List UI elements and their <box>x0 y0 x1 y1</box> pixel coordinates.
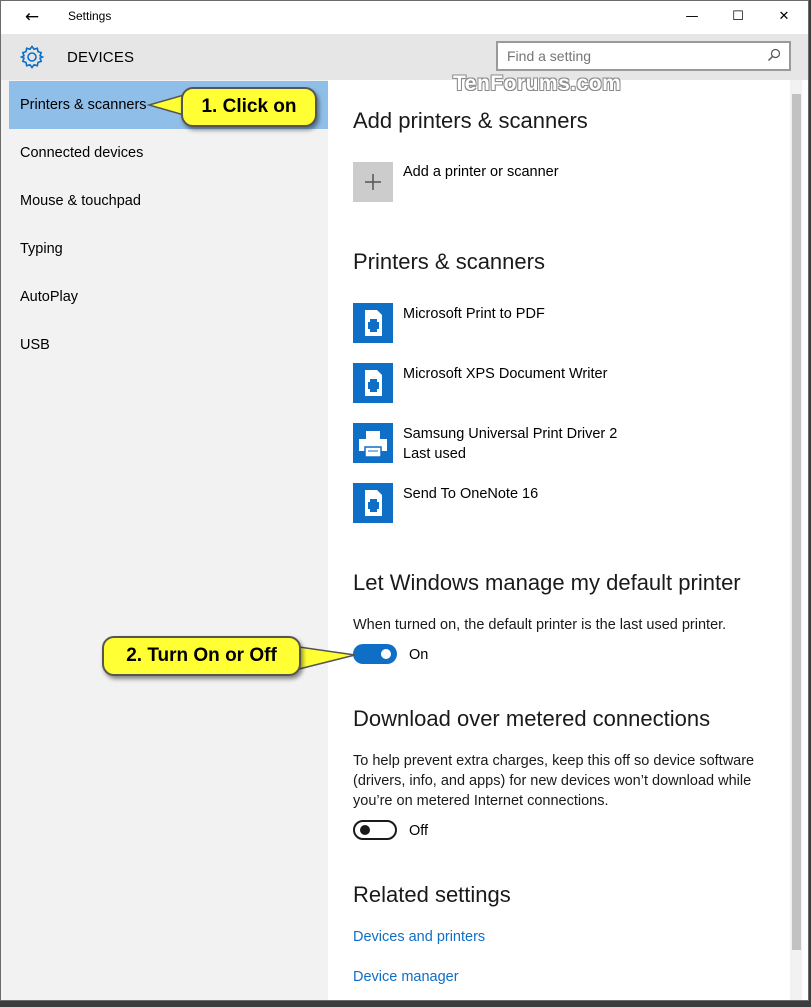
main-content <box>328 80 790 1000</box>
search-input[interactable] <box>498 43 767 69</box>
metered-toggle-label: Off <box>409 823 429 839</box>
sidebar-item-connected-devices[interactable]: Connected devices <box>9 129 328 177</box>
device-manager-link[interactable]: Device manager <box>353 969 459 985</box>
callout-arrow <box>146 94 185 116</box>
settings-window: ← Settings — ☐ ✕ DEVICES Printers & scan… <box>0 0 809 1001</box>
maximize-button[interactable]: ☐ <box>715 1 761 33</box>
metered-heading: Download over metered connections <box>353 706 711 731</box>
gear-icon <box>19 45 45 69</box>
sidebar-item-mouse-touchpad[interactable]: Mouse & touchpad <box>9 177 328 225</box>
document-printer-icon[interactable] <box>353 363 393 403</box>
printer-name[interactable]: Samsung Universal Print Driver 2 <box>403 426 617 442</box>
metered-description: To help prevent extra charges, keep this… <box>353 753 755 809</box>
plus-icon <box>365 174 381 190</box>
printer-name[interactable]: Microsoft Print to PDF <box>403 306 545 322</box>
toggle-knob <box>360 825 370 835</box>
default-printer-description: When turned on, the default printer is t… <box>353 617 727 633</box>
printers-heading: Printers & scanners <box>353 249 545 274</box>
back-arrow-icon[interactable]: ← <box>17 5 47 29</box>
metered-toggle[interactable] <box>353 820 397 840</box>
add-printers-heading: Add printers & scanners <box>353 108 588 133</box>
sidebar-item-typing[interactable]: Typing <box>9 225 328 273</box>
callout-click-on: 1. Click on <box>181 87 317 127</box>
watermark: TenForums.com <box>453 72 622 95</box>
sidebar-item-autoplay[interactable]: AutoPlay <box>9 273 328 321</box>
callout-arrow <box>298 646 356 670</box>
toggle-knob <box>381 649 391 659</box>
search-icon <box>768 48 781 61</box>
header-bar: DEVICES <box>1 34 808 80</box>
printer-name[interactable]: Send To OneNote 16 <box>403 486 538 502</box>
window-title: Settings <box>68 9 112 23</box>
printer-status: Last used <box>403 446 466 462</box>
document-printer-icon[interactable] <box>353 483 393 523</box>
search-box[interactable] <box>496 41 791 71</box>
default-printer-heading: Let Windows manage my default printer <box>353 570 741 595</box>
default-printer-toggle-label: On <box>409 647 429 663</box>
minimize-button[interactable]: — <box>669 1 715 33</box>
title-bar: ← Settings — ☐ ✕ <box>1 1 808 34</box>
add-printer-button[interactable] <box>353 162 393 202</box>
devices-and-printers-link[interactable]: Devices and printers <box>353 929 485 945</box>
related-settings-heading: Related settings <box>353 882 511 907</box>
sidebar-item-usb[interactable]: USB <box>9 321 328 369</box>
scrollbar[interactable] <box>790 80 802 1000</box>
add-printer-label[interactable]: Add a printer or scanner <box>403 164 559 180</box>
default-printer-toggle[interactable] <box>353 644 397 664</box>
document-printer-icon[interactable] <box>353 303 393 343</box>
close-button[interactable]: ✕ <box>761 1 807 33</box>
section-title: DEVICES <box>67 49 135 66</box>
printer-icon[interactable] <box>353 423 393 463</box>
callout-turn-on-off: 2. Turn On or Off <box>102 636 301 676</box>
printer-name[interactable]: Microsoft XPS Document Writer <box>403 366 607 382</box>
scrollbar-thumb[interactable] <box>792 94 801 950</box>
